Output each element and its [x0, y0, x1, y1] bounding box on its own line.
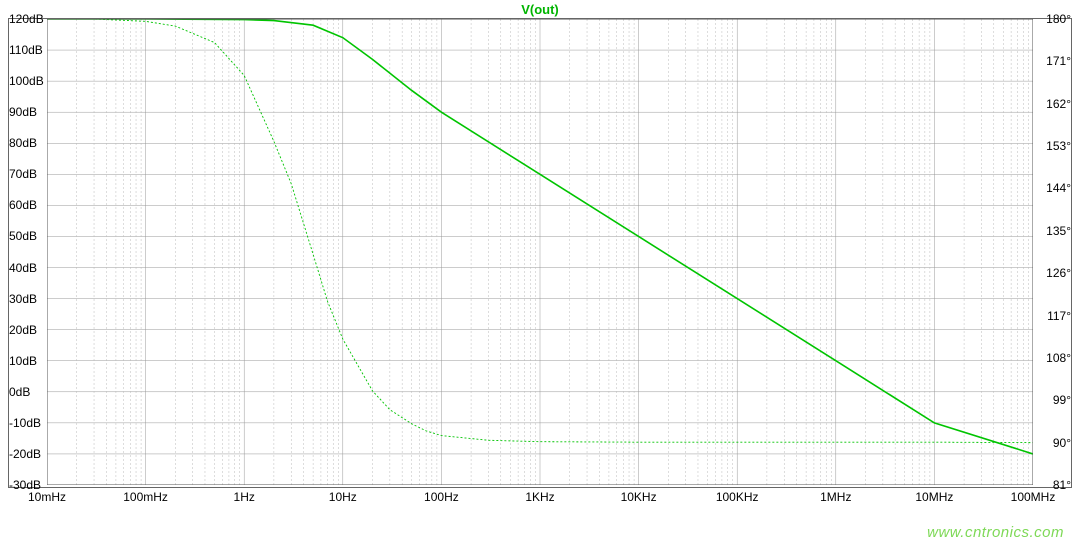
right-y-tick-label: 126°: [1046, 266, 1071, 280]
left-y-tick-label: 50dB: [9, 229, 37, 243]
left-y-tick-label: -10dB: [9, 416, 41, 430]
left-y-tick-label: 100dB: [9, 74, 44, 88]
right-y-tick-label: 180°: [1046, 12, 1071, 26]
left-y-tick-label: 70dB: [9, 167, 37, 181]
x-tick-label: 1MHz: [820, 490, 851, 504]
right-y-tick-label: 117°: [1047, 309, 1071, 323]
x-tick-label: 10KHz: [621, 490, 657, 504]
x-tick-label: 10mHz: [28, 490, 66, 504]
left-y-tick-label: 30dB: [9, 292, 37, 306]
left-y-tick-label: 40dB: [9, 261, 37, 275]
x-tick-label: 10Hz: [329, 490, 357, 504]
x-tick-label: 10MHz: [915, 490, 953, 504]
left-y-tick-label: 0dB: [9, 385, 30, 399]
left-y-axis: 120dB110dB100dB90dB80dB70dB60dB50dB40dB3…: [9, 19, 47, 485]
left-y-tick-label: 110dB: [9, 43, 43, 57]
plot-svg: [47, 19, 1033, 485]
right-y-tick-label: 90°: [1053, 436, 1071, 450]
left-y-tick-label: 60dB: [9, 198, 37, 212]
right-y-tick-label: 162°: [1046, 97, 1071, 111]
plot-area: [47, 19, 1033, 485]
chart-title: V(out): [0, 2, 1080, 17]
grid-lines: [47, 19, 1033, 485]
x-tick-label: 100MHz: [1011, 490, 1056, 504]
right-y-tick-label: 99°: [1053, 393, 1071, 407]
right-y-tick-label: 144°: [1046, 181, 1071, 195]
right-y-tick-label: 81°: [1053, 478, 1071, 492]
right-y-tick-label: 153°: [1046, 139, 1071, 153]
x-tick-label: 100Hz: [424, 490, 459, 504]
chart-container: V(out) 120dB 110dB 100dB 90dB 80dB 70dB 60dB 50…: [0, 0, 1080, 543]
x-tick-label: 1KHz: [525, 490, 554, 504]
right-y-tick-label: 135°: [1046, 224, 1071, 238]
right-y-axis: 180°171°162°153°144°135°126°117°108°99°9…: [1033, 19, 1071, 485]
left-y-tick-label: 120dB: [9, 12, 44, 26]
x-tick-label: 1Hz: [234, 490, 255, 504]
left-y-tick-label: 90dB: [9, 105, 37, 119]
left-y-tick-label: 10dB: [9, 354, 37, 368]
right-y-tick-label: 171°: [1046, 54, 1071, 68]
left-y-tick-label: -20dB: [9, 447, 41, 461]
x-tick-label: 100mHz: [123, 490, 168, 504]
watermark-text: www.cntronics.com: [927, 524, 1064, 541]
left-y-tick-label: 20dB: [9, 323, 37, 337]
right-y-tick-label: 108°: [1046, 351, 1071, 365]
x-tick-label: 100KHz: [716, 490, 759, 504]
x-axis: 10mHz100mHz1Hz10Hz100Hz1KHz10KHz100KHz1M…: [47, 488, 1033, 504]
left-y-tick-label: 80dB: [9, 136, 37, 150]
